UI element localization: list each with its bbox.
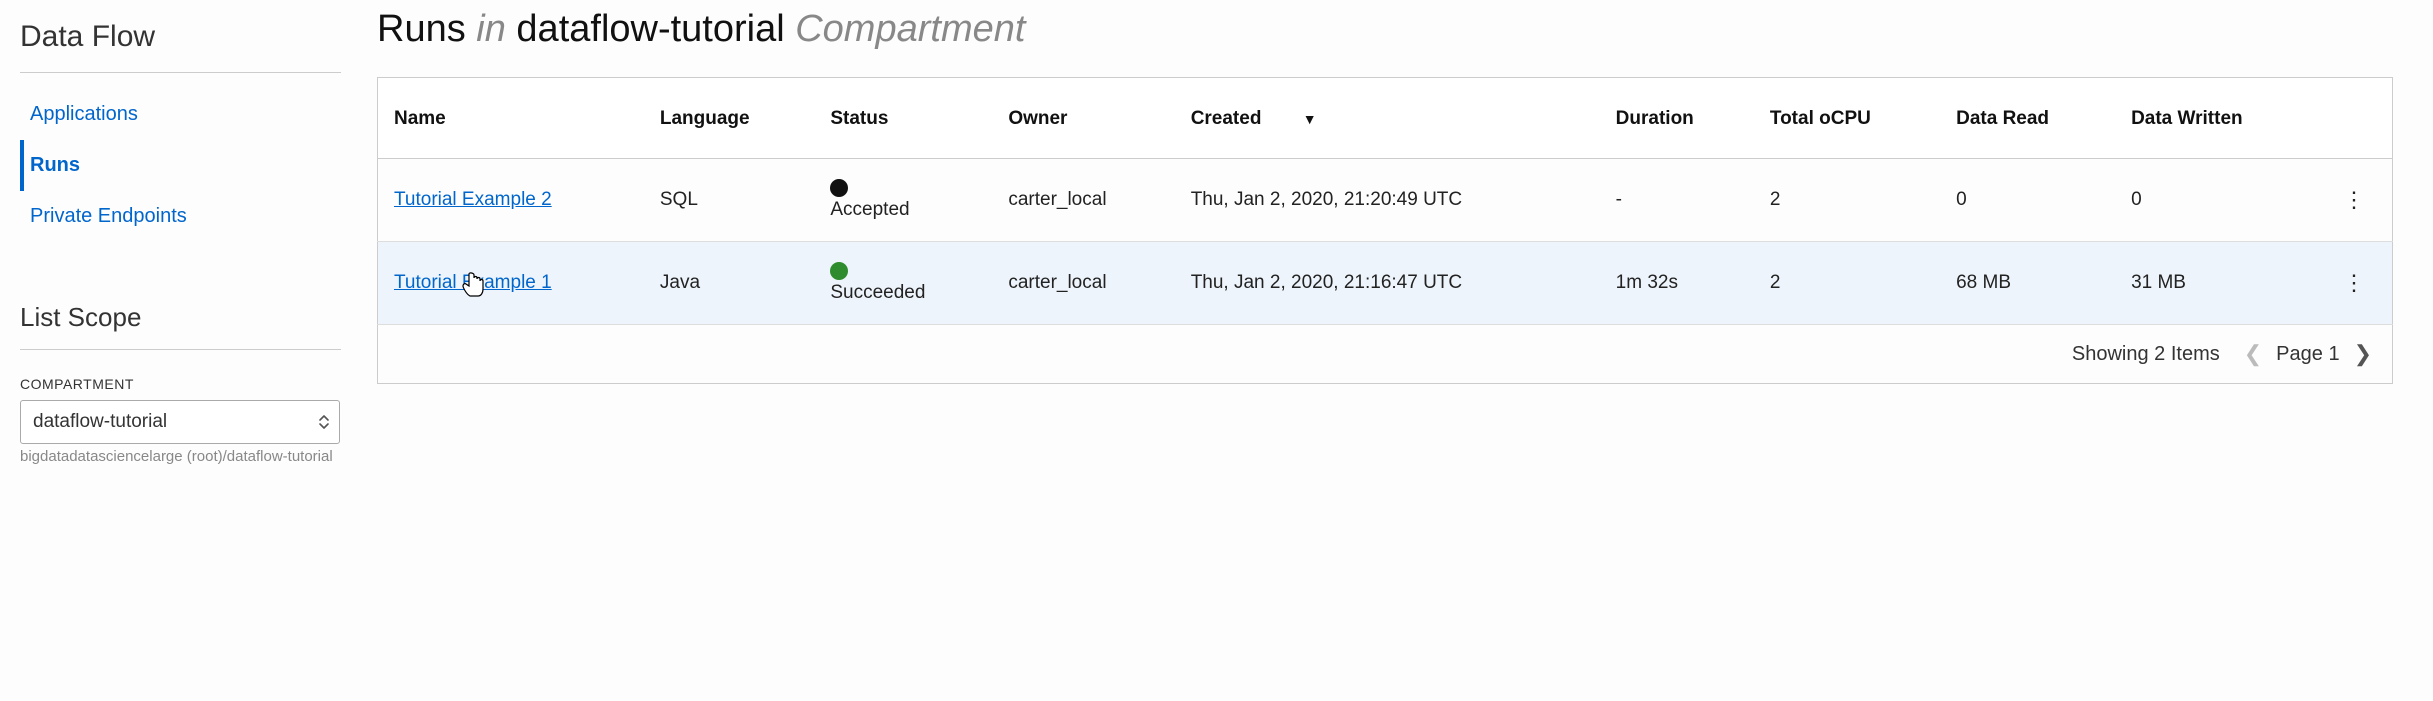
cell-duration: 1m 32s: [1600, 242, 1754, 325]
col-status[interactable]: Status: [814, 78, 992, 159]
cell-created: Thu, Jan 2, 2020, 21:20:49 UTC: [1175, 159, 1600, 242]
row-actions-menu[interactable]: ⋮: [2316, 159, 2392, 242]
status-dot-icon: [830, 262, 848, 280]
pager: ❮ Page 1 ❯: [2244, 341, 2372, 367]
status-label: Accepted: [830, 199, 909, 221]
main-content: Runs in dataflow-tutorial Compartment Na…: [365, 0, 2433, 701]
cell-status: Succeeded: [830, 262, 976, 304]
col-owner[interactable]: Owner: [992, 78, 1174, 159]
cell-language: Java: [644, 242, 814, 325]
sidebar-nav: Applications Runs Private Endpoints: [20, 89, 341, 242]
cell-owner: carter_local: [992, 159, 1174, 242]
cell-language: SQL: [644, 159, 814, 242]
footer-count: Showing 2 Items: [2072, 343, 2220, 366]
status-dot-icon: [830, 179, 848, 197]
cell-created: Thu, Jan 2, 2020, 21:16:47 UTC: [1175, 242, 1600, 325]
cell-owner: carter_local: [992, 242, 1174, 325]
page-title-in: in: [476, 8, 506, 50]
col-created[interactable]: Created ▼: [1175, 78, 1600, 159]
table-footer: Showing 2 Items ❮ Page 1 ❯: [377, 325, 2393, 384]
run-link[interactable]: Tutorial Example 2: [394, 189, 552, 210]
runs-table: Name Language Status Owner Created ▼ Dur…: [377, 77, 2393, 325]
cell-duration: -: [1600, 159, 1754, 242]
page-title-suffix: Compartment: [795, 8, 1025, 50]
cell-data-read: 68 MB: [1940, 242, 2115, 325]
col-actions: [2316, 78, 2392, 159]
sidebar: Data Flow Applications Runs Private Endp…: [0, 0, 365, 701]
col-duration[interactable]: Duration: [1600, 78, 1754, 159]
cell-data-read: 0: [1940, 159, 2115, 242]
cell-data-written: 31 MB: [2115, 242, 2316, 325]
sidebar-item-applications[interactable]: Applications: [20, 89, 341, 140]
sidebar-item-private-endpoints[interactable]: Private Endpoints: [20, 191, 341, 242]
sidebar-title: Data Flow: [20, 20, 341, 73]
table-row: Tutorial Example 2 SQL Accepted carter_l…: [378, 159, 2393, 242]
cell-status: Accepted: [830, 179, 976, 221]
col-name[interactable]: Name: [378, 78, 644, 159]
page-prev-icon[interactable]: ❮: [2244, 341, 2262, 367]
list-scope-title: List Scope: [20, 302, 341, 350]
col-data-written[interactable]: Data Written: [2115, 78, 2316, 159]
sidebar-item-runs[interactable]: Runs: [20, 140, 341, 191]
col-language[interactable]: Language: [644, 78, 814, 159]
col-data-read[interactable]: Data Read: [1940, 78, 2115, 159]
page-next-icon[interactable]: ❯: [2354, 341, 2372, 367]
page-title-scope: dataflow-tutorial: [516, 8, 784, 50]
run-link[interactable]: Tutorial Example 1: [394, 272, 552, 293]
table-body: Tutorial Example 2 SQL Accepted carter_l…: [378, 159, 2393, 325]
cell-data-written: 0: [2115, 159, 2316, 242]
status-label: Succeeded: [830, 282, 925, 304]
page-title: Runs in dataflow-tutorial Compartment: [377, 8, 2393, 51]
sort-desc-icon: ▼: [1303, 111, 1317, 127]
cell-ocpu: 2: [1754, 242, 1940, 325]
page-title-prefix: Runs: [377, 8, 466, 50]
compartment-path: bigdatadatasciencelarge (root)/dataflow-…: [20, 448, 341, 465]
compartment-label: COMPARTMENT: [20, 376, 341, 392]
col-ocpu[interactable]: Total oCPU: [1754, 78, 1940, 159]
row-actions-menu[interactable]: ⋮: [2316, 242, 2392, 325]
compartment-select-value[interactable]: dataflow-tutorial: [20, 400, 340, 444]
compartment-select[interactable]: dataflow-tutorial: [20, 400, 340, 444]
col-created-label: Created: [1191, 108, 1262, 129]
page-indicator: Page 1: [2276, 343, 2339, 366]
table-header-row: Name Language Status Owner Created ▼ Dur…: [378, 78, 2393, 159]
cell-ocpu: 2: [1754, 159, 1940, 242]
table-row: Tutorial Example 1 Java Succeeded carter…: [378, 242, 2393, 325]
